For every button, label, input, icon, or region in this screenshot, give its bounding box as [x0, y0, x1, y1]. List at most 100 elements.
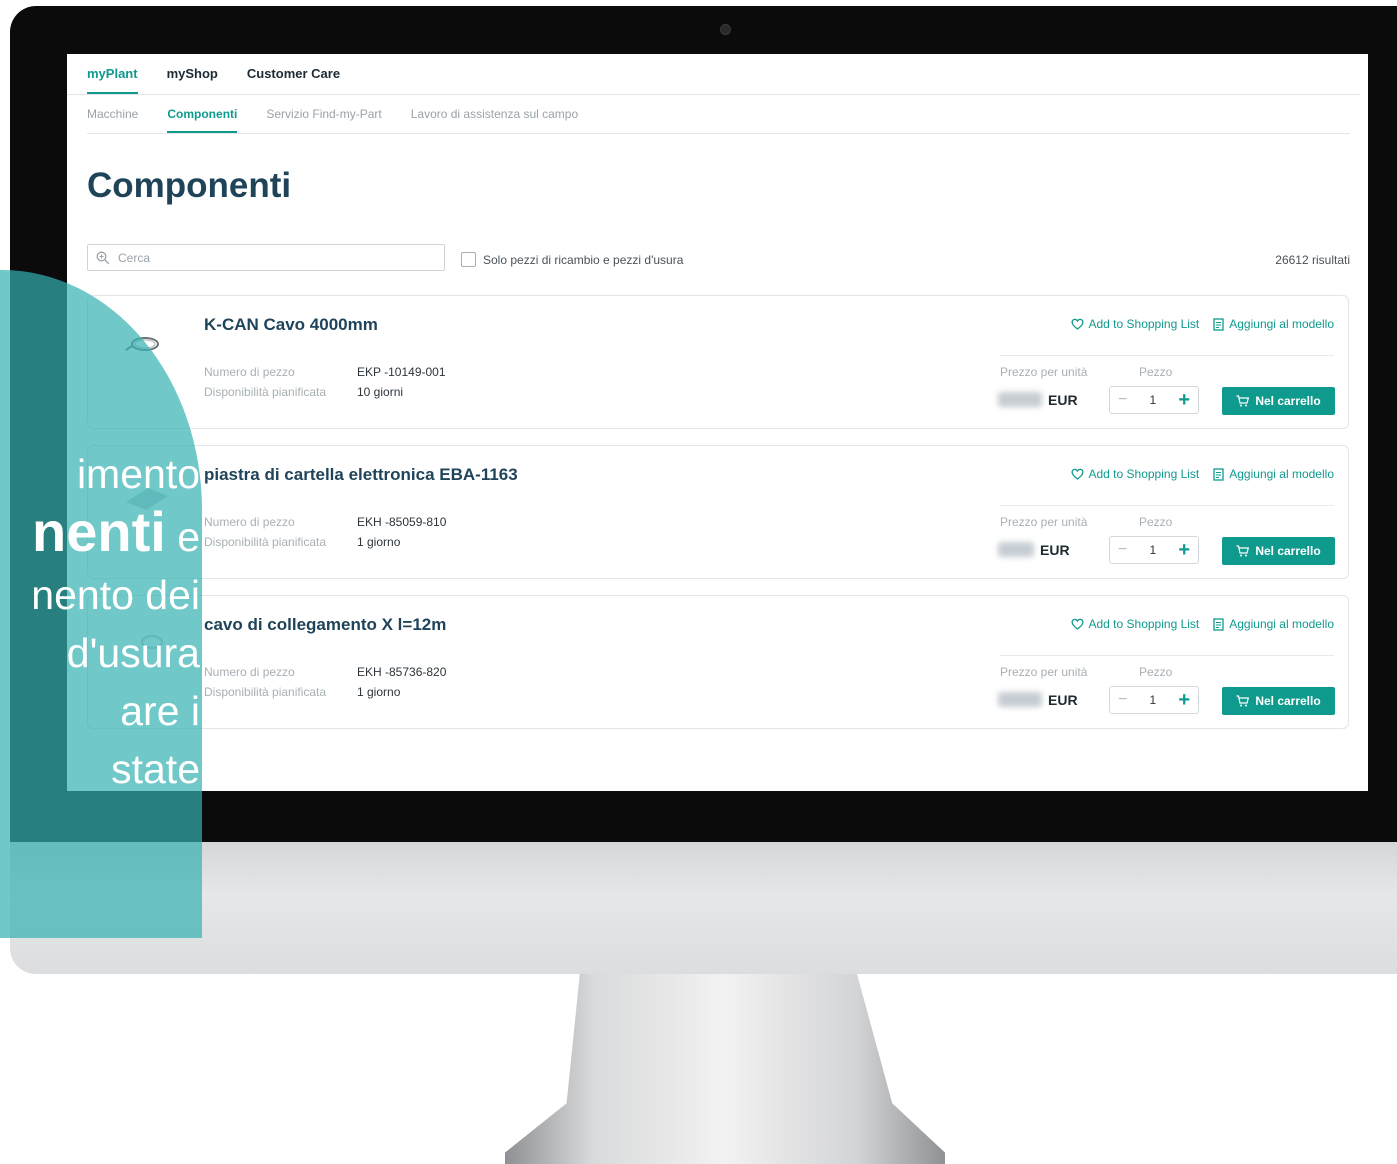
divider	[87, 133, 1350, 134]
divider	[1000, 505, 1334, 506]
piece-label: Pezzo	[1139, 515, 1173, 529]
spare-parts-checkbox[interactable]	[461, 252, 476, 267]
sub-navigation: Macchine Componenti Servizio Find-my-Par…	[87, 107, 578, 133]
add-to-shopping-list-label: Add to Shopping List	[1088, 467, 1200, 481]
availability-label: Disponibilità pianificata	[204, 385, 327, 399]
availability-label: Disponibilità pianificata	[204, 685, 327, 699]
blurred-price	[998, 692, 1042, 707]
decrease-quantity-button[interactable]: −	[1118, 541, 1127, 559]
add-to-shopping-list-label: Add to Shopping List	[1088, 317, 1200, 331]
quantity-stepper: − 1 +	[1109, 536, 1199, 564]
add-to-shopping-list-button[interactable]: Add to Shopping List	[1070, 467, 1200, 481]
currency-label: EUR	[1040, 542, 1070, 558]
promo-line: nento dei	[31, 572, 200, 618]
monitor-chin	[10, 842, 1397, 974]
product-card: piastra di cartella elettronica EBA-1163…	[87, 445, 1349, 579]
promo-line-tail: e	[165, 514, 200, 560]
results-count: 26612 risultati	[1275, 253, 1350, 267]
product-name[interactable]: cavo di collegamento X l=12m	[204, 615, 446, 635]
availability-label: Disponibilità pianificata	[204, 535, 327, 549]
piece-label: Pezzo	[1139, 365, 1173, 379]
tab-find-my-part[interactable]: Servizio Find-my-Part	[266, 107, 381, 133]
heart-icon	[1070, 318, 1084, 330]
currency-label: EUR	[1048, 692, 1078, 708]
availability-value: 1 giorno	[357, 535, 401, 549]
availability-value: 10 giorni	[357, 385, 404, 399]
add-to-template-label: Aggiungi al modello	[1229, 617, 1334, 631]
search-input[interactable]	[116, 247, 440, 269]
topnav-customer-care[interactable]: Customer Care	[247, 66, 340, 94]
decrease-quantity-button[interactable]: −	[1118, 391, 1127, 409]
add-to-template-button[interactable]: Aggiungi al modello	[1213, 617, 1334, 631]
tab-field-service[interactable]: Lavoro di assistenza sul campo	[411, 107, 578, 133]
document-icon	[1213, 467, 1224, 481]
screen: myPlant myShop Customer Care Macchine Co…	[67, 54, 1368, 791]
promo-text: imento nenti e nento dei d'usura are i s…	[0, 445, 200, 798]
heart-icon	[1070, 618, 1084, 630]
page-title: Componenti	[87, 166, 292, 205]
part-number-value: EKH -85736-820	[357, 665, 447, 679]
tab-macchine[interactable]: Macchine	[87, 107, 138, 133]
top-navigation: myPlant myShop Customer Care	[87, 66, 340, 94]
availability-value: 1 giorno	[357, 685, 401, 699]
add-to-template-label: Aggiungi al modello	[1229, 467, 1334, 481]
increase-quantity-button[interactable]: +	[1178, 690, 1190, 710]
quantity-value[interactable]: 1	[1149, 393, 1156, 407]
promo-line: state	[111, 746, 200, 792]
spare-parts-filter[interactable]: Solo pezzi di ricambio e pezzi d'usura	[461, 252, 683, 267]
unit-price-label: Prezzo per unità	[1000, 365, 1088, 379]
promo-highlight: nenti	[32, 500, 166, 563]
add-to-shopping-list-button[interactable]: Add to Shopping List	[1070, 617, 1200, 631]
add-to-cart-button[interactable]: Nel carrello	[1222, 537, 1335, 565]
increase-quantity-button[interactable]: +	[1178, 540, 1190, 560]
add-to-template-button[interactable]: Aggiungi al modello	[1213, 317, 1334, 331]
product-name[interactable]: piastra di cartella elettronica EBA-1163	[204, 465, 518, 485]
blurred-price	[998, 542, 1034, 557]
part-number-value: EKP -10149-001	[357, 365, 446, 379]
unit-price-label: Prezzo per unità	[1000, 665, 1088, 679]
divider	[1000, 655, 1334, 656]
promo-line: imento	[76, 451, 200, 497]
quantity-stepper: − 1 +	[1109, 386, 1199, 414]
webcam-icon	[720, 24, 731, 35]
cart-icon	[1236, 545, 1250, 557]
divider	[1000, 355, 1334, 356]
quantity-value[interactable]: 1	[1149, 693, 1156, 707]
product-name[interactable]: K-CAN Cavo 4000mm	[204, 315, 378, 335]
search-icon	[96, 251, 110, 265]
divider	[67, 94, 1360, 95]
decrease-quantity-button[interactable]: −	[1118, 691, 1127, 709]
add-to-cart-button[interactable]: Nel carrello	[1222, 687, 1335, 715]
quantity-value[interactable]: 1	[1149, 543, 1156, 557]
quantity-stepper: − 1 +	[1109, 686, 1199, 714]
add-to-cart-label: Nel carrello	[1255, 394, 1321, 408]
add-to-cart-label: Nel carrello	[1255, 544, 1321, 558]
increase-quantity-button[interactable]: +	[1178, 390, 1190, 410]
tab-componenti[interactable]: Componenti	[167, 107, 238, 133]
add-to-template-button[interactable]: Aggiungi al modello	[1213, 467, 1334, 481]
product-card: cavo di collegamento X l=12m Add to Shop…	[87, 595, 1349, 729]
currency-label: EUR	[1048, 392, 1078, 408]
part-number-value: EKH -85059-810	[357, 515, 447, 529]
search-box[interactable]	[87, 244, 445, 271]
part-number-label: Numero di pezzo	[204, 365, 295, 379]
unit-price-label: Prezzo per unità	[1000, 515, 1088, 529]
add-to-shopping-list-label: Add to Shopping List	[1088, 617, 1200, 631]
monitor-stand	[505, 974, 945, 1164]
part-number-label: Numero di pezzo	[204, 665, 295, 679]
add-to-cart-label: Nel carrello	[1255, 694, 1321, 708]
cart-icon	[1236, 395, 1250, 407]
promo-line: nenti e	[0, 503, 200, 566]
topnav-myplant[interactable]: myPlant	[87, 66, 138, 94]
add-to-template-label: Aggiungi al modello	[1229, 317, 1334, 331]
promo-line: d'usura	[66, 630, 200, 676]
piece-label: Pezzo	[1139, 665, 1173, 679]
document-icon	[1213, 617, 1224, 631]
add-to-shopping-list-button[interactable]: Add to Shopping List	[1070, 317, 1200, 331]
document-icon	[1213, 317, 1224, 331]
topnav-myshop[interactable]: myShop	[167, 66, 218, 94]
heart-icon	[1070, 468, 1084, 480]
add-to-cart-button[interactable]: Nel carrello	[1222, 387, 1335, 415]
part-number-label: Numero di pezzo	[204, 515, 295, 529]
filter-label: Solo pezzi di ricambio e pezzi d'usura	[483, 252, 684, 267]
